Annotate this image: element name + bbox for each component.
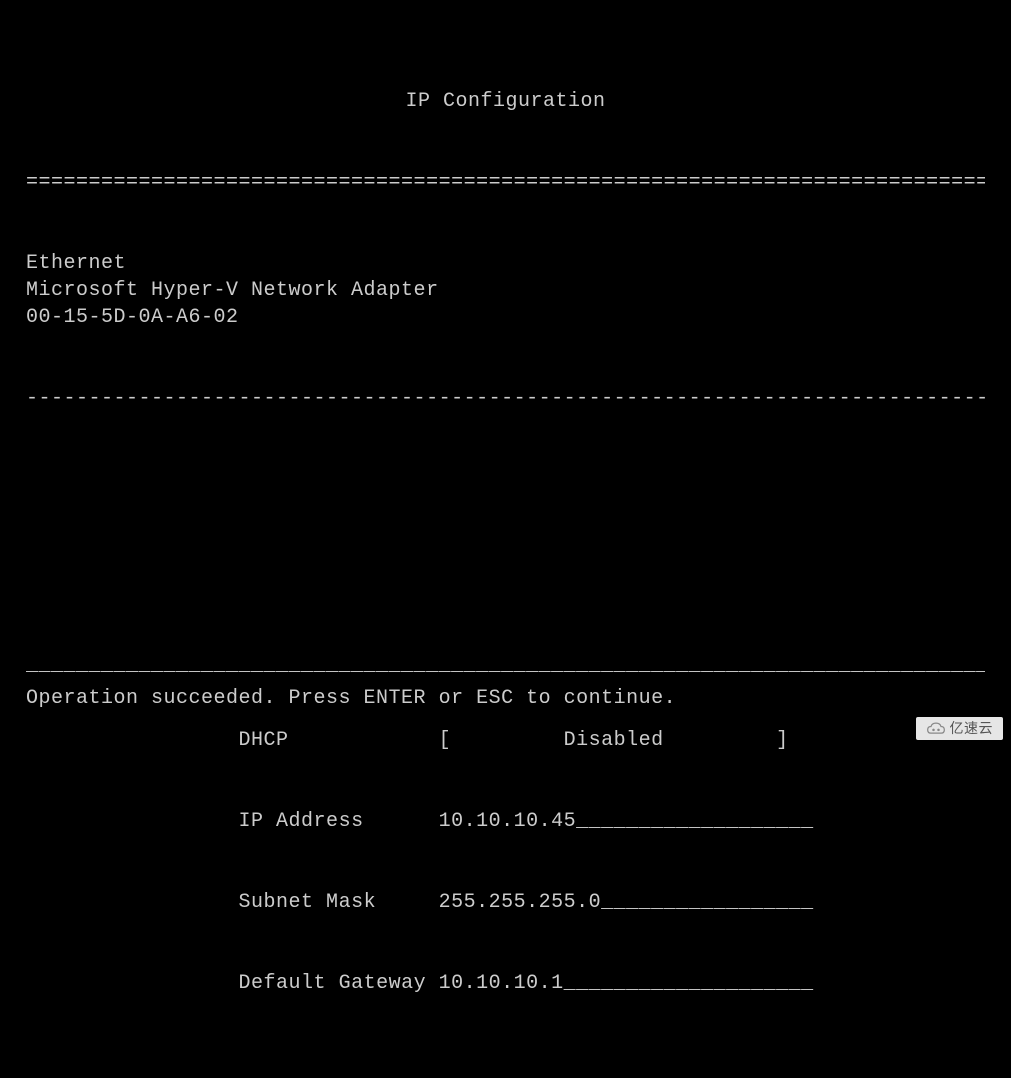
page-title: IP Configuration — [26, 88, 985, 115]
adapter-name: Microsoft Hyper-V Network Adapter — [26, 279, 439, 302]
default-gateway-row[interactable]: Default Gateway 10.10.10.1______________… — [26, 970, 985, 997]
console-screen: IP Configuration =======================… — [0, 0, 1011, 1078]
subnet-mask-value[interactable]: 255.255.255.0 — [439, 891, 602, 914]
watermark-badge: 亿速云 — [916, 717, 1004, 740]
dhcp-value[interactable]: Disabled — [564, 729, 664, 752]
divider-single: ----------------------------------------… — [26, 385, 985, 412]
ip-address-row[interactable]: IP Address 10.10.10.45__________________… — [26, 808, 985, 835]
subnet-mask-row[interactable]: Subnet Mask 255.255.255.0_______________… — [26, 889, 985, 916]
dhcp-row[interactable]: DHCP [ Disabled ] — [26, 727, 985, 754]
default-gateway-value[interactable]: 10.10.10.1 — [439, 972, 564, 995]
status-message: Operation succeeded. Press ENTER or ESC … — [26, 685, 985, 712]
dhcp-label: DHCP — [239, 729, 289, 752]
ip-address-label: IP Address — [239, 810, 364, 833]
divider-double: ========================================… — [26, 169, 985, 196]
ip-config-form: DHCP [ Disabled ] IP Address 10.10.10.45… — [26, 673, 985, 1051]
adapter-info: Ethernet Microsoft Hyper-V Network Adapt… — [26, 250, 985, 331]
divider-bottom: ________________________________________… — [26, 652, 985, 679]
adapter-type: Ethernet — [26, 252, 126, 275]
default-gateway-label: Default Gateway — [239, 972, 427, 995]
ip-address-value[interactable]: 10.10.10.45 — [439, 810, 577, 833]
cloud-icon — [926, 720, 946, 738]
adapter-mac: 00-15-5D-0A-A6-02 — [26, 306, 239, 329]
status-section: ________________________________________… — [26, 652, 985, 712]
subnet-mask-label: Subnet Mask — [239, 891, 377, 914]
watermark-text: 亿速云 — [950, 719, 994, 738]
